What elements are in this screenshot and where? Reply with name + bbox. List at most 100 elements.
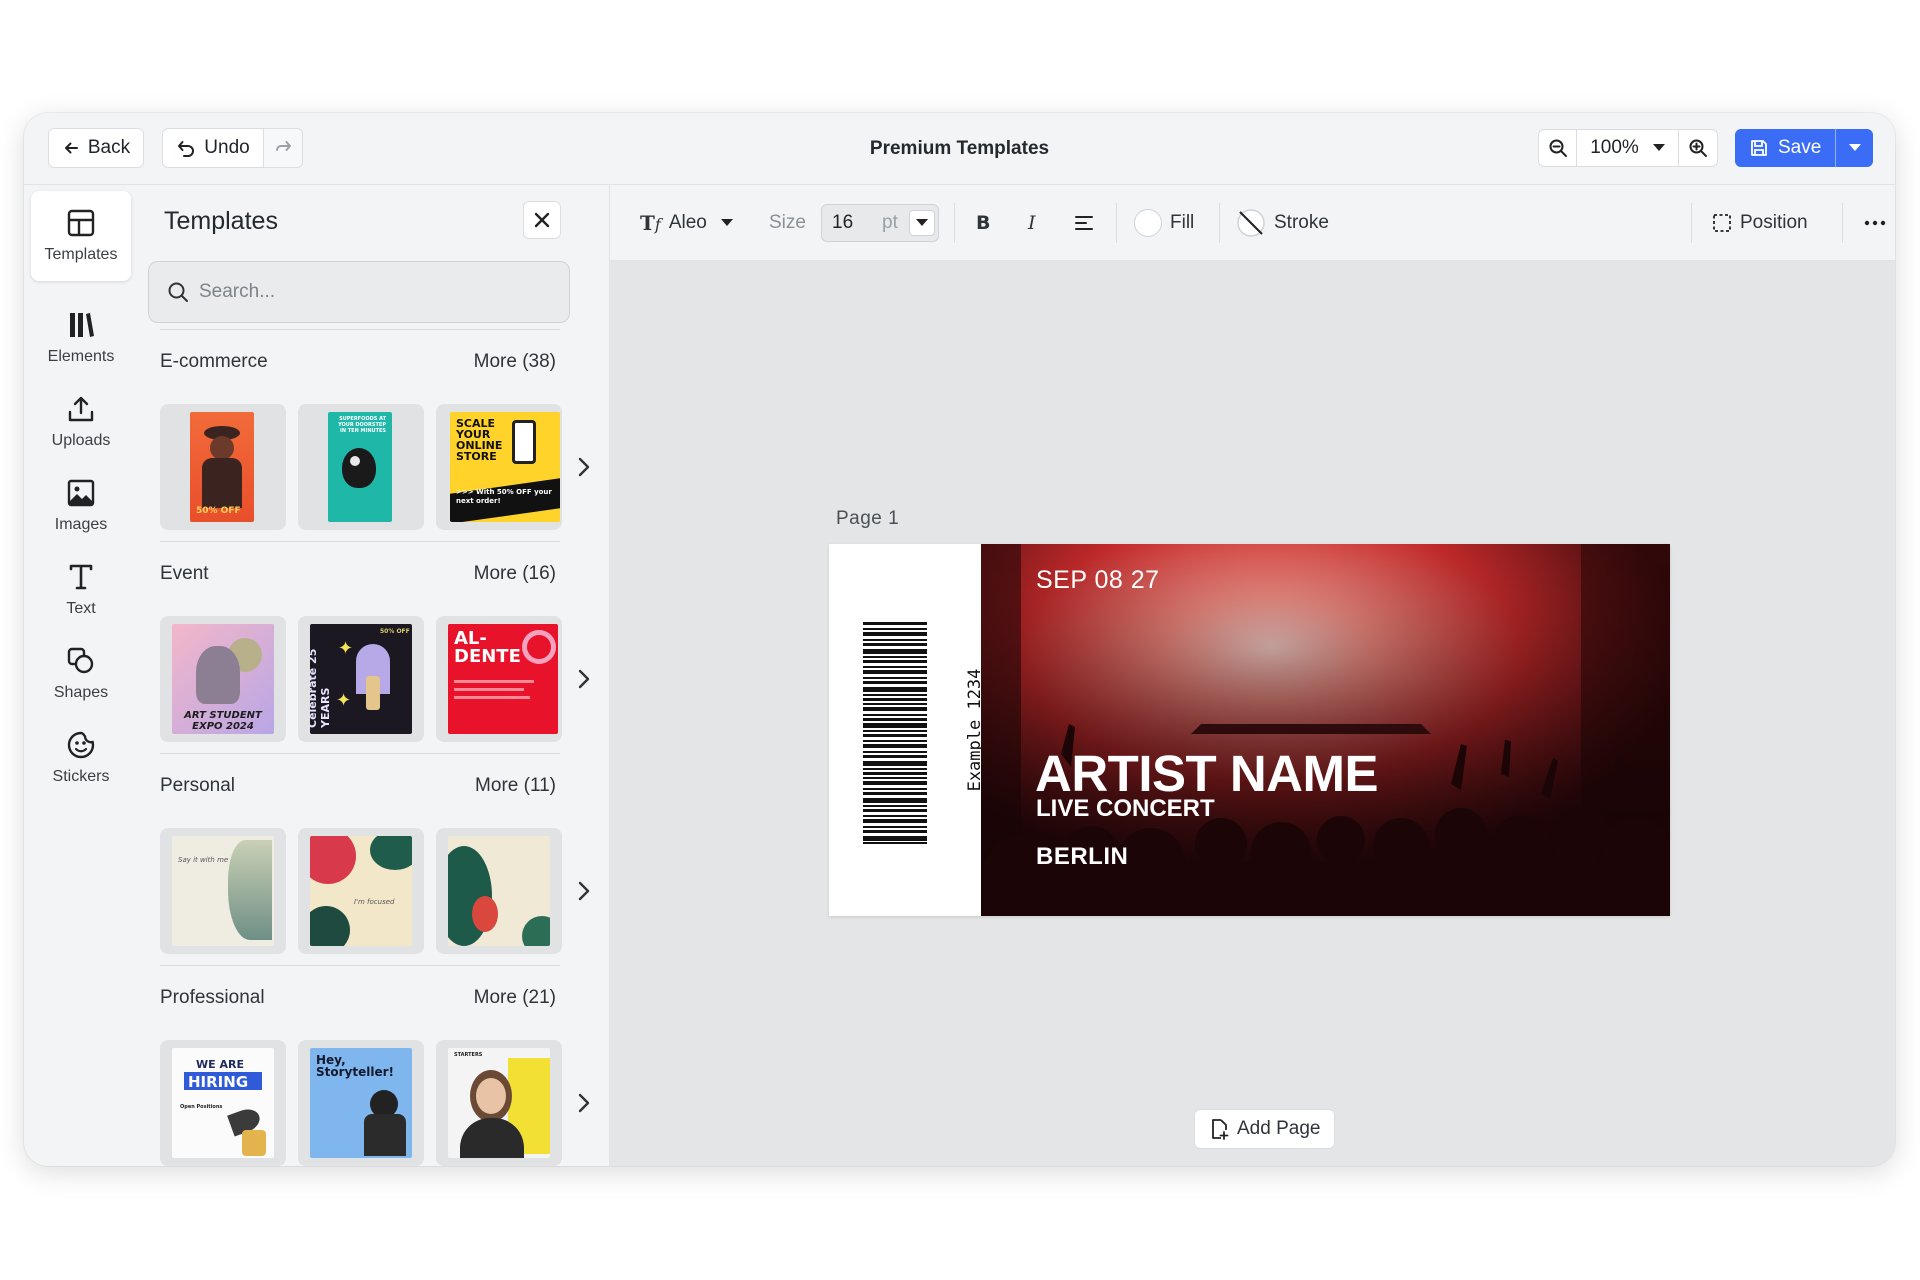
rail-label: Elements bbox=[47, 348, 115, 365]
panel-title: Templates bbox=[164, 207, 278, 235]
canvas-area: Page 1 Example 1234 SEP 08 27 ARTIST NAM… bbox=[610, 261, 1895, 1166]
italic-icon: I bbox=[1028, 212, 1036, 234]
library-icon bbox=[70, 313, 94, 337]
concert-photo: SEP 08 27 ARTIST NAME LIVE CONCERT BERLI… bbox=[981, 544, 1670, 916]
close-panel-button[interactable] bbox=[523, 201, 561, 239]
position-button[interactable]: Position bbox=[1712, 185, 1808, 261]
template-thumb[interactable]: 50% OFF bbox=[160, 404, 286, 530]
template-thumb[interactable]: Hey, Storyteller! bbox=[298, 1040, 424, 1166]
stroke-none-icon bbox=[1237, 209, 1265, 237]
save-label: Save bbox=[1778, 137, 1822, 158]
add-page-button[interactable]: Add Page bbox=[1194, 1109, 1336, 1149]
rail-label: Templates bbox=[44, 246, 118, 263]
add-page-icon bbox=[1212, 1119, 1229, 1140]
bold-button[interactable]: B bbox=[976, 185, 990, 261]
scroll-right-button[interactable] bbox=[572, 1088, 596, 1118]
fill-button[interactable]: Fill bbox=[1134, 185, 1194, 261]
fill-swatch-icon bbox=[1134, 209, 1162, 237]
chevron-down-icon bbox=[1652, 144, 1665, 151]
font-size-unit: pt bbox=[882, 212, 898, 233]
ticket-stub: Example 1234 bbox=[829, 544, 985, 916]
category-header-event: Event More (16) bbox=[160, 563, 556, 585]
template-thumb[interactable]: SCALE YOUR ONLINE STORE >>> With 50% OFF… bbox=[436, 404, 562, 530]
rail-item-elements[interactable]: Elements bbox=[31, 293, 131, 383]
redo-button[interactable] bbox=[263, 128, 303, 168]
back-button[interactable]: Back bbox=[48, 128, 144, 168]
thumb-text: STARTERS bbox=[454, 1052, 483, 1058]
font-icon: Tf bbox=[640, 211, 661, 235]
font-size-value: 16 bbox=[832, 212, 854, 233]
redo-icon bbox=[276, 141, 291, 151]
scroll-right-button[interactable] bbox=[572, 876, 596, 906]
save-button[interactable]: Save bbox=[1735, 129, 1835, 167]
rail-label: Uploads bbox=[51, 432, 111, 449]
rail-label: Shapes bbox=[53, 684, 109, 701]
template-thumb[interactable]: SUPERFOODS AT YOUR DOORSTEP IN TEN MINUT… bbox=[298, 404, 424, 530]
more-link[interactable]: More (11) bbox=[475, 775, 556, 797]
thumb-text: SUPERFOODS AT YOUR DOORSTEP IN TEN MINUT… bbox=[338, 416, 386, 434]
template-thumb[interactable]: I'm focused bbox=[298, 828, 424, 954]
save-options-button[interactable] bbox=[1835, 129, 1873, 167]
ticket-date[interactable]: SEP 08 27 bbox=[1036, 566, 1160, 595]
zoom-select[interactable]: 100% bbox=[1577, 130, 1679, 166]
zoom-out-button[interactable] bbox=[1539, 130, 1577, 166]
font-size-dropdown[interactable] bbox=[909, 210, 935, 236]
zoom-in-button[interactable] bbox=[1679, 130, 1717, 166]
template-row-professional: WE ARE HIRING Open Positions Hey, Storyt… bbox=[160, 1040, 590, 1166]
chevron-right-icon bbox=[578, 881, 590, 901]
template-thumb[interactable]: WE ARE HIRING Open Positions bbox=[160, 1040, 286, 1166]
template-thumb[interactable] bbox=[436, 828, 562, 954]
zoom-out-icon bbox=[1549, 139, 1567, 157]
undo-icon bbox=[178, 141, 195, 157]
template-thumb[interactable]: AL-DENTE bbox=[436, 616, 562, 742]
italic-button[interactable]: I bbox=[1028, 185, 1036, 261]
scroll-right-button[interactable] bbox=[572, 664, 596, 694]
chevron-down-icon bbox=[1848, 144, 1861, 151]
rail-item-stickers[interactable]: Stickers bbox=[31, 713, 131, 803]
ticket-subtitle[interactable]: LIVE CONCERT bbox=[1036, 795, 1215, 823]
size-label: Size bbox=[769, 212, 806, 233]
font-family-select[interactable]: Tf Aleo bbox=[640, 185, 733, 261]
divider bbox=[160, 753, 560, 754]
template-thumb[interactable]: Say it with me bbox=[160, 828, 286, 954]
separator bbox=[1116, 203, 1117, 243]
rail-label: Text bbox=[66, 600, 96, 617]
rail-item-shapes[interactable]: Shapes bbox=[31, 629, 131, 719]
thumb-text: HIRING bbox=[188, 1073, 249, 1091]
category-title: Professional bbox=[160, 987, 265, 1008]
thumb-text: SCALE YOUR ONLINE STORE bbox=[456, 417, 503, 463]
rail-item-text[interactable]: Text bbox=[31, 545, 131, 635]
ticket-city[interactable]: BERLIN bbox=[1036, 843, 1128, 871]
template-row-ecommerce: 50% OFF SUPERFOODS AT YOUR DOORSTEP IN T… bbox=[160, 404, 590, 530]
zoom-value: 100% bbox=[1590, 137, 1639, 158]
template-thumb[interactable]: 50% OFF ✦ ✦ Celebrate 25 YEARS bbox=[298, 616, 424, 742]
separator bbox=[1691, 203, 1692, 243]
editor-window: Back Undo Premium Templates 100% Save Te… bbox=[24, 113, 1895, 1166]
thumb-text: 50% OFF bbox=[196, 506, 241, 516]
fill-label: Fill bbox=[1170, 212, 1195, 233]
ticket-design[interactable]: Example 1234 SEP 08 27 ARTIST NAME LIVE … bbox=[829, 544, 1670, 916]
image-icon bbox=[67, 479, 95, 507]
stroke-button[interactable]: Stroke bbox=[1236, 185, 1329, 261]
more-link[interactable]: More (21) bbox=[474, 987, 556, 1009]
rail-item-templates[interactable]: Templates bbox=[31, 191, 131, 281]
divider bbox=[160, 541, 560, 542]
rail-label: Images bbox=[54, 516, 108, 533]
template-thumb[interactable]: ART STUDENT EXPO 2024 bbox=[160, 616, 286, 742]
bold-icon: B bbox=[976, 212, 991, 234]
template-thumb[interactable]: STARTERS bbox=[436, 1040, 562, 1166]
font-size-input[interactable]: 16 pt bbox=[821, 204, 939, 242]
template-row-event: ART STUDENT EXPO 2024 50% OFF ✦ ✦ Celebr… bbox=[160, 616, 590, 742]
scroll-right-button[interactable] bbox=[572, 452, 596, 482]
undo-button[interactable]: Undo bbox=[162, 128, 264, 168]
align-button[interactable] bbox=[1074, 185, 1094, 261]
zoom-in-icon bbox=[1689, 139, 1707, 157]
separator bbox=[1842, 203, 1843, 243]
thumb-text: I'm focused bbox=[354, 898, 395, 906]
more-link[interactable]: More (16) bbox=[474, 563, 556, 585]
stroke-label: Stroke bbox=[1274, 212, 1329, 233]
rail-item-uploads[interactable]: Uploads bbox=[31, 377, 131, 467]
more-options-button[interactable] bbox=[1864, 185, 1886, 261]
rail-item-images[interactable]: Images bbox=[31, 461, 131, 551]
chevron-right-icon bbox=[578, 669, 590, 689]
